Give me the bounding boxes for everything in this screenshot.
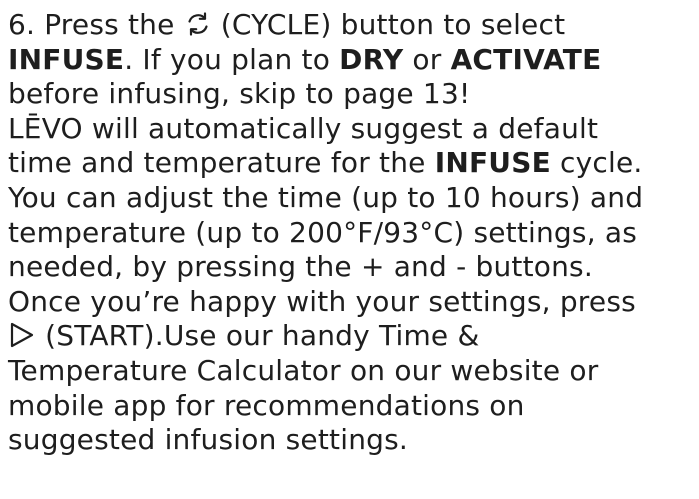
line-11: Temperature Calculator on our website or bbox=[8, 353, 599, 387]
line-1: 6. Press the (CYCLE) button to select bbox=[8, 8, 696, 43]
text-segment: (START).Use our handy Time & bbox=[36, 319, 480, 353]
bold-term: INFUSE bbox=[8, 42, 125, 76]
line-7: temperature (up to 200°F/93°C) settings,… bbox=[8, 215, 638, 249]
line-10: (START).Use our handy Time & bbox=[8, 319, 696, 354]
line-8: needed, by pressing the + and - buttons. bbox=[8, 250, 593, 284]
line-4: LĒVO will automatically suggest a defaul… bbox=[8, 111, 599, 145]
line-9: Once you’re happy with your settings, pr… bbox=[8, 284, 636, 318]
bold-term: DRY bbox=[339, 42, 404, 76]
line-6: You can adjust the time (up to 10 hours)… bbox=[8, 180, 644, 214]
text-segment: 6. Press the bbox=[8, 8, 184, 41]
bold-term: ACTIVATE bbox=[450, 42, 602, 76]
line-5: time and temperature for the INFUSE cycl… bbox=[8, 146, 696, 181]
text-segment: cycle. bbox=[550, 146, 643, 180]
text-segment: or bbox=[403, 42, 451, 76]
cycle-icon bbox=[184, 10, 212, 38]
line-13: suggested infusion settings. bbox=[8, 423, 409, 457]
bold-term: INFUSE bbox=[434, 146, 551, 180]
play-icon bbox=[8, 321, 36, 349]
text-segment: . If you plan to bbox=[124, 42, 340, 76]
line-12: mobile app for recommendations on bbox=[8, 388, 525, 422]
text-segment: time and temperature for the bbox=[8, 146, 435, 180]
instruction-text: 6. Press the (CYCLE) button to select IN… bbox=[8, 8, 696, 458]
line-2: INFUSE. If you plan to DRY or ACTIVATE bbox=[8, 43, 696, 78]
text-segment: (CYCLE) button to select bbox=[211, 8, 566, 41]
line-3: before infusing, skip to page 13! bbox=[8, 77, 471, 111]
